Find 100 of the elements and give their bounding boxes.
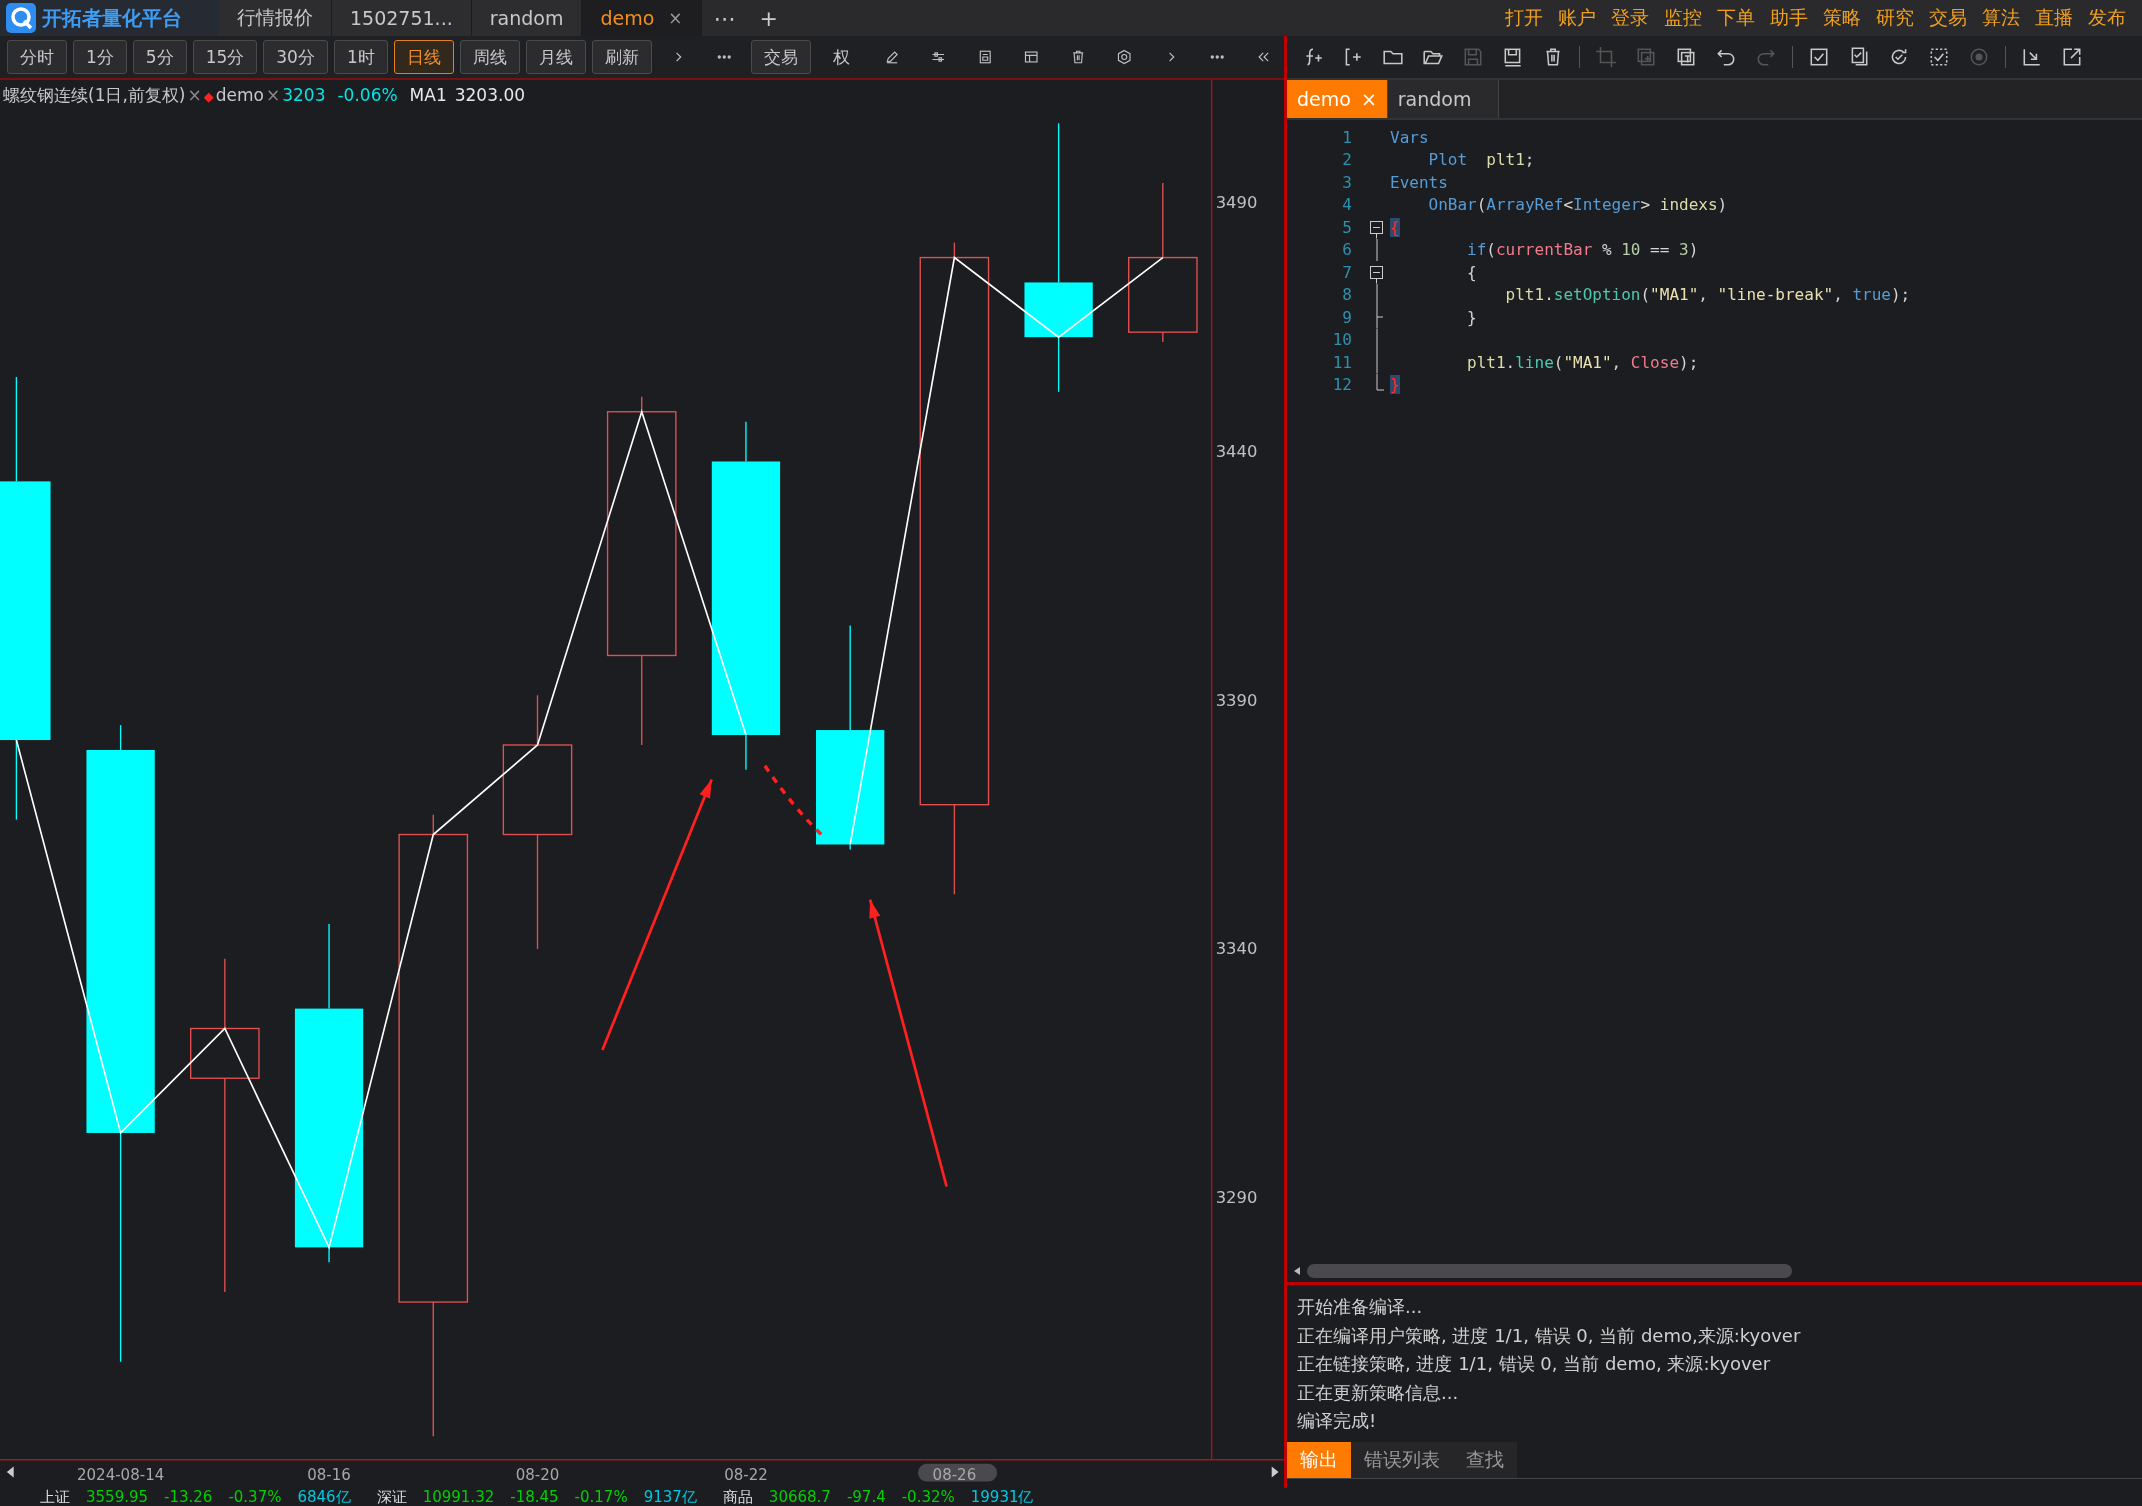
- index-volume: 9137亿: [643, 1488, 697, 1506]
- checkbox-icon[interactable]: [1808, 46, 1830, 68]
- output-line: 正在更新策略信息...: [1297, 1380, 1460, 1405]
- indicator-value: 3203.00: [454, 85, 526, 105]
- code-line: plt1.line("MA1", Close);: [1466, 352, 1699, 372]
- adjust-label[interactable]: 权: [832, 45, 850, 69]
- index-change: -97.4: [846, 1488, 886, 1506]
- period-button[interactable]: 分时: [7, 40, 67, 74]
- code-line: Vars: [1390, 127, 1429, 147]
- line-number: 9: [1341, 307, 1352, 327]
- close-icon[interactable]: ×: [668, 8, 683, 28]
- menu-item[interactable]: 直播: [2035, 5, 2073, 31]
- close-icon[interactable]: ×: [265, 85, 281, 105]
- strategy-name: demo: [215, 85, 264, 105]
- period-button[interactable]: 5分: [132, 40, 187, 74]
- trade-button[interactable]: 交易: [750, 40, 811, 74]
- period-button[interactable]: 日线: [393, 40, 454, 74]
- axis-label: 08-26: [932, 1466, 977, 1485]
- line-number: 11: [1331, 352, 1352, 372]
- menu-item[interactable]: 打开: [1505, 5, 1543, 31]
- code-line: }: [1466, 307, 1477, 327]
- dashed-check-icon[interactable]: [1928, 46, 1950, 68]
- logo-icon: [6, 3, 36, 33]
- scroll-thumb[interactable]: [1307, 1264, 1792, 1278]
- line-number: 4: [1341, 195, 1352, 215]
- axis-label: 3490: [1215, 193, 1258, 213]
- index-change: -18.45: [510, 1488, 559, 1506]
- more-tabs-button[interactable]: ⋯: [701, 0, 748, 36]
- import-icon[interactable]: [2021, 46, 2043, 68]
- close-icon[interactable]: ×: [187, 85, 202, 105]
- output-tab[interactable]: 查找: [1453, 1441, 1517, 1478]
- symbol-title: 螺纹钢连续(1日,前复权): [3, 84, 186, 107]
- index-price: 3559.95: [86, 1488, 149, 1506]
- scroll-right-icon[interactable]: [1271, 1466, 1279, 1478]
- index-name: 上证: [40, 1488, 70, 1506]
- axis-label: 3390: [1215, 690, 1258, 710]
- line-number: 10: [1331, 330, 1352, 350]
- index-name: 深证: [376, 1488, 407, 1506]
- menu-item[interactable]: 研究: [1876, 5, 1914, 31]
- code-line: {: [1466, 262, 1477, 282]
- line-number: 12: [1331, 375, 1352, 395]
- index-volume: 6846亿: [297, 1488, 351, 1506]
- axis-label: 3290: [1215, 1188, 1258, 1208]
- change-value: -0.06%: [337, 85, 398, 105]
- scroll-left-icon[interactable]: [6, 1466, 14, 1478]
- code-line: Events: [1390, 172, 1448, 192]
- line-number: 3: [1341, 172, 1352, 192]
- menu-item[interactable]: 策略: [1823, 5, 1861, 31]
- fold-toggle-icon[interactable]: [1370, 221, 1383, 239]
- output-line: 正在编译用户策略, 进度 1/1, 错误 0, 当前 demo,来源:kyover: [1297, 1323, 1802, 1348]
- index-price: 10991.32: [422, 1488, 495, 1506]
- period-button[interactable]: 15分: [192, 40, 258, 74]
- output-line: 开始准备编译...: [1297, 1295, 1424, 1319]
- axis-label: 08-22: [724, 1466, 768, 1485]
- code-line: if(currentBar % 10 == 3): [1466, 240, 1699, 260]
- period-button[interactable]: 30分: [263, 40, 328, 74]
- menu-item[interactable]: 交易: [1929, 5, 1967, 31]
- index-percent: -0.37%: [228, 1488, 282, 1506]
- menu-item[interactable]: 监控: [1664, 5, 1702, 31]
- output-tab[interactable]: 错误列表: [1351, 1441, 1453, 1478]
- editor-tab[interactable]: random: [1387, 80, 1499, 118]
- code-line: plt1.setOption("MA1", "line-break", true);: [1504, 285, 1911, 305]
- menu-item[interactable]: 助手: [1770, 5, 1808, 31]
- axis-label: 3340: [1215, 939, 1258, 959]
- scroll-thumb[interactable]: [917, 1463, 998, 1482]
- app-title: 开拓者量化平台: [42, 4, 182, 32]
- axis-label: 08-20: [515, 1466, 560, 1485]
- window-tab[interactable]: demo ×: [582, 0, 702, 36]
- price-value: 3203: [282, 85, 326, 105]
- period-button[interactable]: 1分: [73, 40, 127, 74]
- period-button[interactable]: 月线: [525, 40, 586, 74]
- menu-item[interactable]: 下单: [1717, 5, 1755, 31]
- fold-toggle-icon[interactable]: [1370, 266, 1383, 284]
- code-line: OnBar(ArrayRef<Integer> indexs): [1427, 195, 1728, 215]
- index-percent: -0.17%: [574, 1488, 628, 1506]
- menu-item[interactable]: 登录: [1611, 5, 1649, 31]
- period-button[interactable]: 1时: [333, 40, 388, 74]
- output-line: 编译完成!: [1297, 1409, 1378, 1434]
- line-number: 7: [1341, 262, 1352, 282]
- menu-item[interactable]: 账户: [1558, 5, 1596, 31]
- save-as-icon[interactable]: [1502, 46, 1524, 68]
- add-tab-button[interactable]: +: [747, 0, 791, 36]
- export-icon[interactable]: [2061, 46, 2083, 68]
- index-volume: 19931亿: [970, 1488, 1034, 1506]
- scroll-left-icon[interactable]: [1293, 1266, 1301, 1276]
- paste-icon[interactable]: [1675, 46, 1697, 68]
- axis-label: 08-16: [307, 1466, 351, 1485]
- menu-item[interactable]: 算法: [1982, 5, 2020, 31]
- line-number: 2: [1341, 150, 1352, 170]
- axis-label: 2024-08-14: [77, 1466, 165, 1485]
- period-button[interactable]: 刷新: [591, 40, 652, 74]
- index-name: 商品: [722, 1488, 753, 1506]
- index-change: -13.26: [164, 1488, 213, 1506]
- line-number: 1: [1341, 127, 1352, 147]
- menu-item[interactable]: 发布: [2088, 5, 2126, 31]
- index-price: 30668.7: [768, 1488, 831, 1506]
- line-number: 8: [1341, 285, 1352, 305]
- axis-label: 3440: [1215, 442, 1258, 461]
- period-button[interactable]: 周线: [459, 40, 520, 74]
- output-line: 正在链接策略, 进度 1/1, 错误 0, 当前 demo, 来源:kyover: [1297, 1352, 1772, 1377]
